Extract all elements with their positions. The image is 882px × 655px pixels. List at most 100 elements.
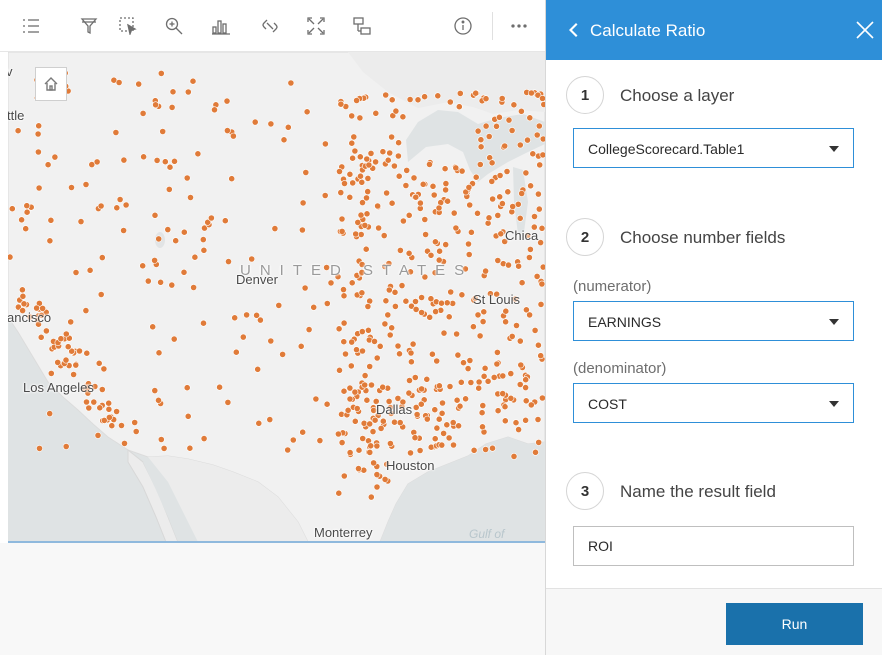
map-point — [44, 161, 52, 169]
map-point — [407, 349, 415, 357]
link-icon[interactable] — [259, 15, 281, 37]
map-point — [120, 156, 128, 164]
map-view[interactable]: v ttle Chica UNITED STATES Denver St Lou… — [8, 52, 545, 542]
map-left-margin — [0, 52, 8, 543]
map-point — [477, 143, 485, 151]
map-point — [535, 190, 542, 198]
map-point — [484, 377, 492, 385]
map-point — [357, 211, 365, 219]
filter-icon[interactable] — [78, 15, 100, 37]
map-point — [386, 149, 394, 157]
map-point — [516, 141, 524, 149]
map-point — [216, 383, 223, 391]
map-point — [168, 104, 176, 111]
result-field-input[interactable] — [573, 526, 854, 566]
map-point — [211, 106, 218, 114]
map-point — [164, 226, 172, 233]
map-point — [368, 381, 375, 389]
map-point — [224, 398, 232, 406]
chart-icon[interactable] — [210, 15, 232, 37]
map-point — [83, 349, 91, 357]
map-point — [366, 448, 374, 456]
map-point — [465, 251, 473, 258]
close-icon[interactable] — [854, 19, 876, 41]
map-point — [303, 108, 311, 116]
map-point — [371, 337, 378, 345]
list-icon[interactable] — [20, 15, 42, 37]
layer-select[interactable]: CollegeScorecard.Table1 — [573, 128, 854, 168]
map-point — [411, 434, 419, 442]
more-icon[interactable] — [508, 15, 530, 37]
map-point — [474, 209, 481, 217]
map-point — [394, 342, 402, 350]
map-point — [395, 172, 403, 180]
map-point — [351, 417, 359, 425]
map-point — [460, 359, 467, 367]
map-point — [402, 297, 410, 305]
map-point — [386, 331, 394, 339]
map-point — [407, 449, 414, 457]
map-point — [410, 174, 418, 182]
map-point — [106, 413, 113, 421]
map-point — [535, 122, 543, 130]
map-point — [18, 286, 26, 294]
info-icon[interactable] — [452, 15, 474, 37]
map-label-dallas: Dallas — [376, 402, 413, 417]
denominator-select-value: COST — [588, 396, 627, 412]
map-point — [485, 133, 493, 140]
map-point — [507, 370, 515, 377]
extent-icon[interactable] — [305, 15, 327, 37]
map-point — [348, 279, 356, 287]
map-point — [279, 350, 286, 358]
map-point — [90, 398, 98, 406]
numerator-select-value: EARNINGS — [588, 314, 662, 330]
map-point — [19, 292, 27, 300]
map-point — [417, 400, 425, 408]
map-point — [458, 167, 466, 175]
map-point — [131, 419, 139, 426]
map-point — [482, 267, 489, 275]
select-icon[interactable] — [117, 15, 139, 37]
map-point — [527, 245, 534, 253]
map-point — [239, 333, 247, 341]
run-button[interactable]: Run — [726, 603, 863, 645]
map-point — [116, 196, 124, 203]
home-button[interactable] — [35, 67, 67, 101]
map-point — [396, 350, 403, 358]
map-point — [346, 193, 354, 201]
map-point — [46, 237, 54, 245]
back-icon[interactable] — [566, 22, 580, 38]
map-point — [490, 373, 498, 381]
map-point — [433, 424, 441, 432]
map-point — [518, 279, 526, 287]
map-point — [340, 472, 348, 480]
map-point — [430, 191, 438, 199]
map-point — [373, 354, 381, 362]
map-point — [431, 406, 439, 414]
map-point — [502, 307, 510, 315]
map-point — [346, 449, 354, 456]
map-point — [353, 97, 360, 104]
map-point — [132, 428, 140, 435]
map-point — [225, 258, 232, 265]
map-point — [255, 419, 263, 427]
layers-icon[interactable] — [351, 15, 373, 37]
step-name-result-field: 3 Name the result field — [566, 472, 866, 512]
map-point — [361, 381, 369, 389]
zoom-icon[interactable] — [163, 15, 185, 37]
map-point — [438, 409, 446, 417]
map-point — [406, 96, 414, 103]
map-point — [452, 164, 460, 172]
numerator-select[interactable]: EARNINGS — [573, 301, 854, 341]
map-point — [8, 205, 16, 213]
map-point — [62, 330, 70, 338]
denominator-select[interactable]: COST — [573, 383, 854, 423]
map-point — [445, 434, 453, 442]
map-point — [67, 318, 75, 326]
map-point — [373, 442, 381, 450]
map-point — [466, 357, 474, 364]
map-point — [444, 197, 451, 205]
map-point — [35, 122, 43, 130]
map-point — [144, 277, 152, 285]
calculate-ratio-panel: Calculate Ratio 1 Choose a layer College… — [545, 0, 882, 655]
